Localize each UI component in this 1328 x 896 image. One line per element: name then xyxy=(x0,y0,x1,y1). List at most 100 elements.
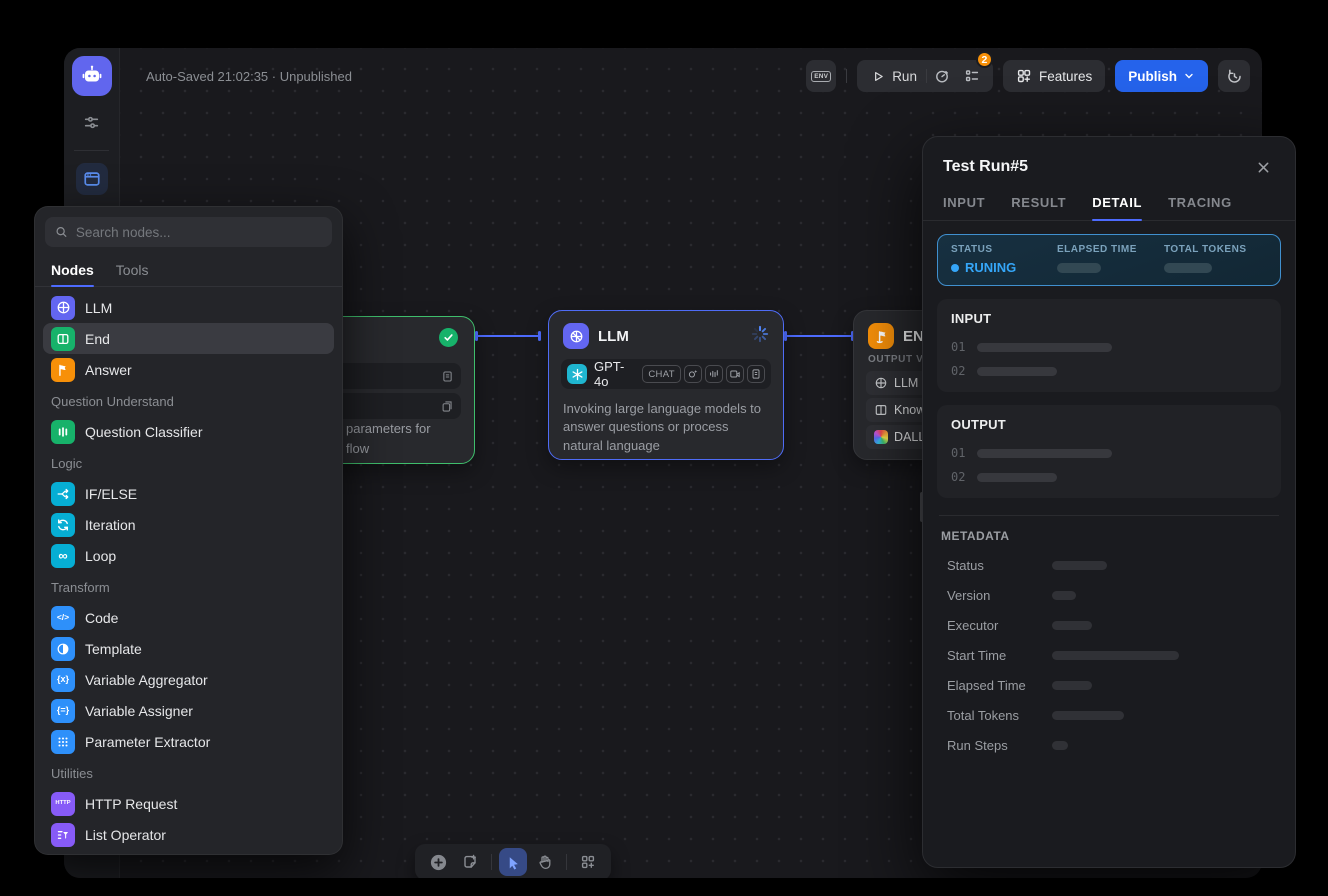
node-item-variable-aggregator[interactable]: {x} Variable Aggregator xyxy=(43,664,334,695)
checklist-button[interactable]: 2 xyxy=(959,63,985,89)
section-utilities: Utilities xyxy=(43,757,334,788)
app-robot-icon[interactable] xyxy=(72,56,112,96)
tab-input[interactable]: INPUT xyxy=(943,195,985,220)
features-button[interactable]: Features xyxy=(1003,60,1105,92)
search-input[interactable] xyxy=(76,225,322,240)
tab-detail[interactable]: DETAIL xyxy=(1092,195,1142,220)
checklist-icon xyxy=(964,68,980,84)
node-item-label: Question Classifier xyxy=(85,424,203,440)
panel-title: Test Run#5 xyxy=(943,158,1028,176)
metadata-skeleton xyxy=(1052,591,1076,600)
node-item-template[interactable]: Template xyxy=(43,633,334,664)
node-item-answer[interactable]: Answer xyxy=(43,354,334,385)
node-item-label: Loop xyxy=(85,548,116,564)
node-item-http-request[interactable]: HTTP HTTP Request xyxy=(43,788,334,819)
env-icon: ENV xyxy=(811,71,831,82)
play-icon xyxy=(872,70,885,83)
add-node-button[interactable] xyxy=(424,848,452,876)
start-node-description: parameters for flow xyxy=(346,419,431,458)
autosave-status: Auto-Saved 21:02:35 · Unpublished xyxy=(146,69,352,84)
node-item-label: IF/ELSE xyxy=(85,486,137,502)
node-item-label: End xyxy=(85,331,110,347)
toolbar-divider xyxy=(491,854,492,870)
node-item-label: Answer xyxy=(85,362,132,378)
input-card: INPUT 01 02 xyxy=(937,299,1281,392)
http-request-icon: HTTP xyxy=(51,792,75,816)
node-item-end[interactable]: End xyxy=(43,323,334,354)
run-group-separator xyxy=(926,69,927,83)
vision-capability-icon xyxy=(684,365,702,383)
canvas-toolbar xyxy=(415,844,611,878)
metadata-skeleton xyxy=(1052,621,1092,630)
run-button-group: Run 2 xyxy=(857,60,993,92)
node-item-code[interactable]: </> Code xyxy=(43,602,334,633)
copy-icon xyxy=(441,400,454,413)
timer-icon xyxy=(934,68,950,84)
video-capability-icon xyxy=(726,365,744,383)
toolbar-separator xyxy=(846,69,847,83)
node-item-iteration[interactable]: Iteration xyxy=(43,509,334,540)
node-item-question-classifier[interactable]: Question Classifier xyxy=(43,416,334,447)
node-item-parameter-extractor[interactable]: Parameter Extractor xyxy=(43,726,334,757)
edge-llm-to-end xyxy=(785,335,853,337)
value-skeleton xyxy=(977,343,1112,352)
node-item-llm[interactable]: LLM xyxy=(43,292,334,323)
tab-nodes[interactable]: Nodes xyxy=(51,253,94,286)
node-item-list-operator[interactable]: List Operator xyxy=(43,819,334,850)
metadata-field-label: Run Steps xyxy=(947,738,1052,753)
chevron-down-icon xyxy=(1183,70,1195,82)
env-button[interactable]: ENV xyxy=(806,60,836,92)
hand-mode-button[interactable] xyxy=(531,848,559,876)
workflow-panel-button[interactable] xyxy=(76,163,108,195)
preferences-sliders-icon[interactable] xyxy=(76,106,108,138)
llm-node-description: Invoking large language models to answer… xyxy=(549,389,783,466)
search-icon xyxy=(55,225,68,239)
metadata-field-label: Executor xyxy=(947,618,1052,633)
llm-node-icon xyxy=(563,323,589,349)
list-operator-icon xyxy=(51,823,75,847)
knowledge-book-icon xyxy=(874,403,888,417)
tab-tools[interactable]: Tools xyxy=(116,253,149,286)
metadata-skeleton xyxy=(1052,651,1179,660)
run-history-button[interactable] xyxy=(929,63,955,89)
llm-icon xyxy=(51,296,75,320)
openai-icon xyxy=(567,364,587,384)
plus-circle-icon xyxy=(429,853,448,872)
model-selector[interactable]: GPT-4o CHAT xyxy=(561,359,771,389)
llm-node[interactable]: LLM GPT-4o CHAT xyxy=(548,310,784,460)
run-button[interactable]: Run xyxy=(863,69,926,84)
question-classifier-icon xyxy=(51,420,75,444)
test-run-panel: Test Run#5 INPUT RESULT DETAIL TRACING S… xyxy=(922,136,1296,868)
node-item-if-else[interactable]: IF/ELSE xyxy=(43,478,334,509)
value-skeleton xyxy=(977,449,1112,458)
node-item-loop[interactable]: ∞ Loop xyxy=(43,540,334,571)
tab-tracing[interactable]: TRACING xyxy=(1168,195,1232,220)
node-list: LLM End Answer Question Understand Quest… xyxy=(35,287,342,855)
node-item-label: Iteration xyxy=(85,517,136,533)
pointer-mode-button[interactable] xyxy=(499,848,527,876)
end-icon xyxy=(51,327,75,351)
total-tokens-skeleton xyxy=(1164,263,1212,273)
cursor-icon xyxy=(506,855,521,870)
notification-badge: 2 xyxy=(976,51,993,68)
node-item-label: HTTP Request xyxy=(85,796,177,812)
close-button[interactable] xyxy=(1251,155,1275,179)
node-item-label: Variable Assigner xyxy=(85,703,193,719)
metadata-field-label: Version xyxy=(947,588,1052,603)
loop-icon: ∞ xyxy=(51,544,75,568)
search-box[interactable] xyxy=(45,217,332,247)
node-item-variable-assigner[interactable]: {=} Variable Assigner xyxy=(43,695,334,726)
add-note-button[interactable] xyxy=(456,848,484,876)
row-number: 01 xyxy=(951,446,965,460)
iteration-icon xyxy=(51,513,75,537)
tab-result[interactable]: RESULT xyxy=(1011,195,1066,220)
chat-mode-badge: CHAT xyxy=(642,365,681,383)
version-history-button[interactable] xyxy=(1218,60,1250,92)
organize-layout-button[interactable] xyxy=(574,848,602,876)
metadata-title: METADATA xyxy=(937,529,1281,543)
node-item-label: LLM xyxy=(85,300,112,316)
answer-icon xyxy=(51,358,75,382)
publish-button[interactable]: Publish xyxy=(1115,60,1208,92)
features-grid-icon xyxy=(1016,68,1032,84)
node-item-label: Code xyxy=(85,610,118,626)
